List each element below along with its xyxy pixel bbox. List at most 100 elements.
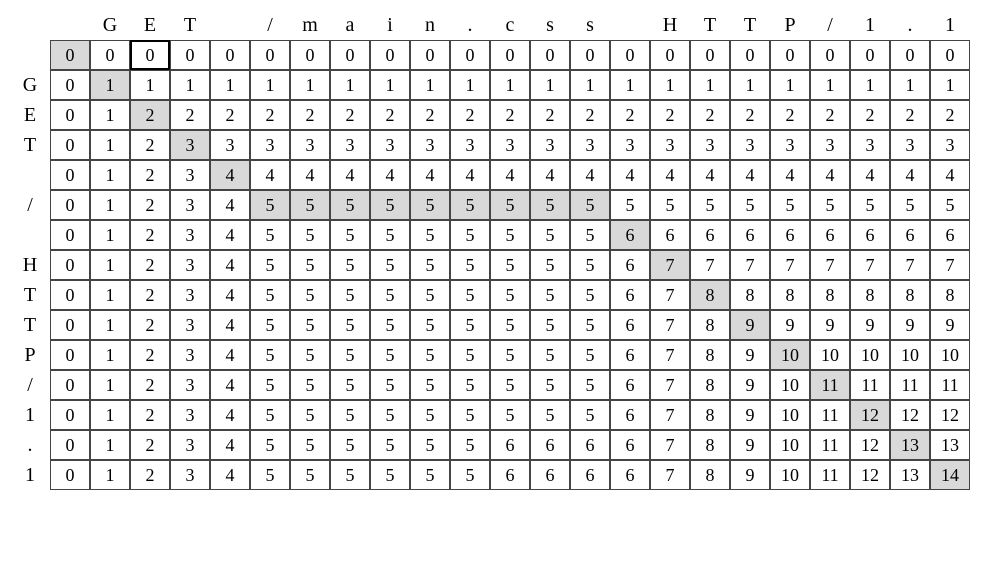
matrix-cell: 3 (250, 130, 290, 160)
matrix-cell: 5 (410, 280, 450, 310)
matrix-cell: 1 (330, 70, 370, 100)
matrix-cell: 5 (290, 460, 330, 490)
matrix-cell: 5 (290, 370, 330, 400)
matrix-cell: 3 (850, 130, 890, 160)
matrix-cell: 4 (210, 400, 250, 430)
matrix-cell: 4 (610, 160, 650, 190)
matrix-cell: 8 (690, 310, 730, 340)
matrix-cell: 0 (610, 40, 650, 70)
matrix-cell: 9 (730, 460, 770, 490)
matrix-cell: 4 (290, 160, 330, 190)
col-header: i (370, 10, 410, 40)
matrix-cell: 11 (850, 370, 890, 400)
matrix-cell: 3 (170, 460, 210, 490)
matrix-cell: 7 (650, 370, 690, 400)
matrix-cell: 3 (170, 220, 210, 250)
matrix-cell: 2 (130, 400, 170, 430)
matrix-cell: 2 (130, 280, 170, 310)
matrix-cell: 5 (410, 310, 450, 340)
matrix-cell: 3 (170, 340, 210, 370)
matrix-cell: 14 (930, 460, 970, 490)
matrix-cell: 10 (930, 340, 970, 370)
matrix-cell: 2 (130, 220, 170, 250)
matrix-cell: 5 (370, 280, 410, 310)
matrix-cell: 7 (650, 400, 690, 430)
matrix-cell: 5 (250, 250, 290, 280)
matrix-cell: 5 (250, 340, 290, 370)
matrix-cell: 3 (570, 130, 610, 160)
matrix-cell: 0 (50, 400, 90, 430)
matrix-cell: 7 (650, 340, 690, 370)
matrix-cell: 8 (730, 280, 770, 310)
matrix-cell: 9 (890, 310, 930, 340)
col-header: s (570, 10, 610, 40)
matrix-cell: 5 (530, 280, 570, 310)
matrix-cell: 4 (570, 160, 610, 190)
matrix-cell: 1 (490, 70, 530, 100)
matrix-cell: 7 (650, 250, 690, 280)
matrix-cell: 5 (370, 190, 410, 220)
matrix-cell: 11 (930, 370, 970, 400)
matrix-cell: 1 (610, 70, 650, 100)
matrix-cell: 5 (410, 460, 450, 490)
col-header: . (450, 10, 490, 40)
matrix-cell: 8 (690, 370, 730, 400)
matrix-cell: 10 (770, 460, 810, 490)
matrix-cell: 5 (450, 220, 490, 250)
matrix-cell: 3 (890, 130, 930, 160)
matrix-cell: 6 (850, 220, 890, 250)
matrix-cell: 1 (90, 340, 130, 370)
matrix-cell: 5 (410, 190, 450, 220)
matrix-cell: 13 (890, 430, 930, 460)
matrix-cell: 4 (530, 160, 570, 190)
matrix-cell: 5 (370, 340, 410, 370)
row-header: . (10, 430, 50, 460)
matrix-cell: 0 (330, 40, 370, 70)
matrix-cell: 1 (250, 70, 290, 100)
matrix-cell: 6 (610, 460, 650, 490)
matrix-cell: 7 (650, 310, 690, 340)
matrix-cell: 3 (170, 280, 210, 310)
matrix-cell: 3 (650, 130, 690, 160)
matrix-cell: 0 (50, 160, 90, 190)
matrix-cell: 5 (330, 220, 370, 250)
matrix-cell: 5 (450, 340, 490, 370)
matrix-cell: 0 (50, 130, 90, 160)
matrix-cell: 4 (930, 160, 970, 190)
matrix-cell: 3 (810, 130, 850, 160)
matrix-cell: 5 (370, 460, 410, 490)
matrix-cell: 3 (730, 130, 770, 160)
matrix-cell: 2 (370, 100, 410, 130)
matrix-cell: 5 (610, 190, 650, 220)
row-header: E (10, 100, 50, 130)
matrix-cell: 1 (90, 430, 130, 460)
matrix-cell: 5 (570, 400, 610, 430)
matrix-cell: 5 (290, 190, 330, 220)
matrix-cell: 6 (610, 280, 650, 310)
matrix-cell: 3 (930, 130, 970, 160)
col-header: T (170, 10, 210, 40)
matrix-cell: 2 (290, 100, 330, 130)
matrix-cell: 5 (690, 190, 730, 220)
col-header (610, 10, 650, 40)
matrix-cell: 4 (850, 160, 890, 190)
matrix-cell: 5 (490, 280, 530, 310)
matrix-cell: 12 (850, 400, 890, 430)
matrix-cell: 7 (690, 250, 730, 280)
col-header: P (770, 10, 810, 40)
matrix-cell: 6 (570, 460, 610, 490)
matrix-cell: 6 (650, 220, 690, 250)
matrix-cell: 1 (90, 310, 130, 340)
matrix-cell: 7 (650, 280, 690, 310)
matrix-cell: 1 (850, 70, 890, 100)
matrix-cell: 5 (530, 250, 570, 280)
col-header: 1 (850, 10, 890, 40)
matrix-cell: 5 (330, 460, 370, 490)
matrix-cell: 0 (730, 40, 770, 70)
row-header (10, 160, 50, 190)
matrix-cell: 5 (570, 370, 610, 400)
matrix-cell: 2 (130, 370, 170, 400)
matrix-cell: 4 (250, 160, 290, 190)
matrix-cell: 10 (770, 400, 810, 430)
matrix-cell: 6 (570, 430, 610, 460)
